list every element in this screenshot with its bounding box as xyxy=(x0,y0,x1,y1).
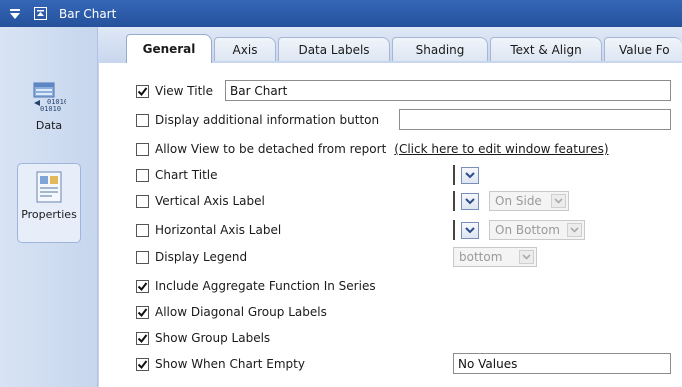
empty-chart-message-input[interactable]: No Values xyxy=(453,353,671,374)
legend-position-value: bottom xyxy=(459,250,503,264)
chart-title-row: Chart Title xyxy=(136,165,218,185)
horizontal-axis-position-select[interactable]: On Bottom xyxy=(489,220,585,240)
chevron-down-icon[interactable] xyxy=(461,192,479,210)
show-when-empty-label: Show When Chart Empty xyxy=(155,357,305,371)
horizontal-axis-position-value: On Bottom xyxy=(495,223,560,237)
view-title-checkbox[interactable] xyxy=(136,84,149,98)
chart-title-style-picker xyxy=(453,165,481,185)
include-aggregate-label: Include Aggregate Function In Series xyxy=(155,279,376,293)
sidebar-item-label: Data xyxy=(35,119,63,132)
horizontal-axis-style-picker xyxy=(453,220,481,240)
general-tab-panel: View Title Bar Chart Display additional … xyxy=(98,63,682,387)
data-binary-icon: 01010 01010 xyxy=(33,82,66,113)
vertical-axis-checkbox[interactable] xyxy=(136,194,149,208)
sidebar-item-data[interactable]: 01010 01010 Data xyxy=(17,75,81,155)
vertical-axis-position-select[interactable]: On Side xyxy=(489,191,569,211)
title-bar: Bar Chart xyxy=(0,0,682,27)
display-info-row: Display additional information button xyxy=(136,110,379,130)
vertical-axis-label: Vertical Axis Label xyxy=(155,194,265,208)
tab-general[interactable]: General xyxy=(126,34,212,63)
allow-diagonal-checkbox[interactable] xyxy=(136,305,149,319)
vertical-axis-row: Vertical Axis Label xyxy=(136,191,265,211)
tab-text-align[interactable]: Text & Align xyxy=(490,37,602,61)
horizontal-axis-row: Horizontal Axis Label xyxy=(136,220,281,240)
chevron-down-icon xyxy=(551,194,566,208)
display-info-label: Display additional information button xyxy=(155,113,380,127)
chevron-down-icon xyxy=(519,250,534,264)
allow-detach-label: Allow View to be detached from report xyxy=(155,142,387,156)
display-info-checkbox[interactable] xyxy=(136,113,149,127)
include-aggregate-row: Include Aggregate Function In Series xyxy=(136,276,376,296)
display-info-input[interactable] xyxy=(399,109,671,130)
display-legend-label: Display Legend xyxy=(155,250,248,264)
svg-text:01010: 01010 xyxy=(40,105,61,113)
legend-position-select[interactable]: bottom xyxy=(453,247,537,267)
properties-icon xyxy=(36,171,62,203)
view-title-input[interactable]: Bar Chart xyxy=(225,80,671,101)
menu-down-icon[interactable] xyxy=(8,7,22,21)
tab-axis[interactable]: Axis xyxy=(214,37,276,61)
chart-title-checkbox[interactable] xyxy=(136,168,149,182)
show-group-labels-label: Show Group Labels xyxy=(155,331,271,345)
view-title-label: View Title xyxy=(155,84,214,98)
allow-diagonal-label: Allow Diagonal Group Labels xyxy=(155,305,327,319)
display-legend-row: Display Legend xyxy=(136,247,247,267)
display-legend-checkbox[interactable] xyxy=(136,250,149,264)
tab-bar: General Axis Data Labels Shading Text & … xyxy=(98,27,682,63)
allow-detach-checkbox[interactable] xyxy=(136,142,149,156)
show-when-empty-row: Show When Chart Empty xyxy=(136,354,305,374)
pin-up-icon[interactable] xyxy=(34,7,47,20)
horizontal-axis-checkbox[interactable] xyxy=(136,223,149,237)
show-group-labels-row: Show Group Labels xyxy=(136,328,270,348)
sidebar-item-properties[interactable]: Properties xyxy=(17,163,81,243)
chevron-down-icon xyxy=(567,223,582,237)
window-title: Bar Chart xyxy=(59,6,117,21)
vertical-axis-position-value: On Side xyxy=(495,194,542,208)
tab-shading[interactable]: Shading xyxy=(392,37,488,61)
chart-title-label: Chart Title xyxy=(155,168,218,182)
allow-diagonal-row: Allow Diagonal Group Labels xyxy=(136,302,327,322)
chevron-down-icon[interactable] xyxy=(461,166,479,184)
edit-window-features-link[interactable]: (Click here to edit window features) xyxy=(394,142,608,156)
tab-value-format[interactable]: Value Fo xyxy=(604,37,682,61)
tab-data-labels[interactable]: Data Labels xyxy=(278,37,390,61)
sidebar-item-label: Properties xyxy=(21,208,77,221)
vertical-axis-style-picker xyxy=(453,191,481,211)
view-title-row: View Title xyxy=(136,81,213,101)
include-aggregate-checkbox[interactable] xyxy=(136,279,149,293)
chevron-down-icon[interactable] xyxy=(461,221,479,239)
show-when-empty-checkbox[interactable] xyxy=(136,357,149,371)
horizontal-axis-label: Horizontal Axis Label xyxy=(155,223,282,237)
show-group-labels-checkbox[interactable] xyxy=(136,331,149,345)
allow-detach-row: Allow View to be detached from report (C… xyxy=(136,139,609,159)
left-nav-panel: 01010 01010 Data Properties xyxy=(0,27,98,387)
